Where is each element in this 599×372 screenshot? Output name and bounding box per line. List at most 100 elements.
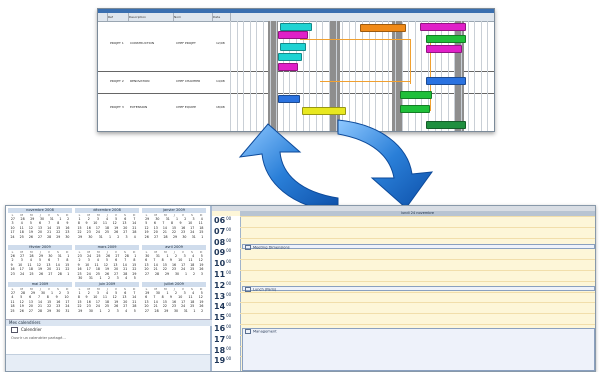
hour-gridline (240, 216, 595, 217)
task-bar[interactable] (420, 23, 466, 31)
minute-value: 00 (226, 302, 232, 308)
minute-value: 00 (226, 291, 232, 297)
week-row[interactable]: 30 31 1 2 3 4 5 (75, 276, 139, 280)
hour-value: 19 (214, 356, 226, 366)
task-bar[interactable] (278, 31, 308, 39)
mini-month[interactable]: mai 2009 L M M J V S D 27 28 29 30 1 2 3 4 5 6 7 8 9 10 11 12 13… (8, 282, 72, 317)
week-row[interactable]: 27 28 29 30 1 2 3 (142, 272, 206, 276)
task-bar[interactable] (426, 77, 466, 85)
task-bar[interactable] (360, 24, 406, 32)
hour-gridline (240, 226, 595, 228)
calendar-list-item[interactable]: Calendrier (11, 326, 42, 333)
navigation-footer (6, 354, 210, 371)
gantt-grid-line (480, 21, 482, 131)
hour-value: 13 (214, 291, 226, 301)
week-row[interactable]: 26 27 28 29 30 31 1 (142, 235, 206, 239)
week-row[interactable]: 27 28 29 30 31 1 2 (142, 309, 206, 313)
minute-value: 00 (226, 280, 232, 286)
weekday-letter: J (173, 213, 175, 217)
gantt-row-name: EXTENSION (130, 105, 148, 109)
hour-gridline (240, 313, 595, 315)
minute-value: 00 (226, 248, 232, 254)
arrow-down-curved-icon (337, 119, 434, 209)
dependency-link (320, 81, 410, 82)
task-bar[interactable] (280, 43, 306, 51)
minute-value: 00 (226, 259, 232, 265)
gantt-row-id: PROJET 1 (110, 41, 124, 45)
mini-month-title: mai 2009 (8, 282, 72, 287)
appointment-label: Lunch (Paris) (253, 287, 277, 292)
hour-value: 10 (214, 259, 226, 269)
mini-month[interactable]: juillet 2009 L M M J V S D 29 30 1 2 3 4 5 6 7 8 9 10 11 12 13… (142, 282, 206, 317)
calendar-icon (11, 327, 18, 333)
week-row[interactable]: 29 30 31 1 2 3 4 (75, 235, 139, 239)
calendar-item-label: Calendrier (21, 327, 42, 332)
gantt-header-cell: Nom (173, 13, 213, 21)
hour-value: 15 (214, 313, 226, 323)
hour-gridline (240, 291, 595, 293)
hour-label: 1900 (214, 356, 238, 370)
hour-value: 09 (214, 248, 226, 258)
mini-month-title: novembre 2008 (8, 208, 72, 213)
task-bar[interactable] (280, 23, 312, 31)
appointment[interactable]: Meeting Dimensions (242, 244, 595, 250)
minute-value: 00 (226, 356, 232, 362)
mini-month[interactable]: janvier 2009 L M M J V S D 29 30 31 1 2 3 4 5 6 7 8 9 10 11 12… (142, 208, 206, 243)
weekday-letter: V (47, 287, 50, 291)
hour-gridline (240, 270, 595, 271)
gantt-row-date: 12/08 (216, 41, 225, 45)
mini-month[interactable]: février 2009 L M M J V S D 26 27 28 29 30 31 1 2 3 4 5 6 7 8 9… (8, 245, 72, 280)
hour-value: 18 (214, 345, 226, 355)
hour-value: 07 (214, 226, 226, 236)
mini-month[interactable]: avril 2009 L M M J V S D 30 31 1 2 3 4 5 6 7 8 9 10 11 12 13 14… (142, 245, 206, 280)
mini-month-title: janvier 2009 (142, 208, 206, 213)
task-bar[interactable] (426, 45, 462, 53)
week-row[interactable]: 24 25 26 27 28 29 30 (8, 235, 72, 239)
mini-month-title: avril 2009 (142, 245, 206, 250)
week-row[interactable]: 23 24 25 26 27 28 1 (8, 272, 72, 276)
mini-month[interactable]: novembre 2008 L M M J V S D 27 28 29 30 31 1 2 3 4 5 6 7 8 9 1… (8, 208, 72, 243)
minute-value: 00 (226, 345, 232, 351)
navigation-pane: novembre 2008 L M M J V S D 27 28 29 30 31 1 2 3 4 5 6 7 8 9 1… (6, 206, 213, 371)
minute-value: 00 (226, 226, 232, 232)
open-shared-calendar-link[interactable]: Ouvrir un calendrier partagé... (11, 336, 66, 340)
arrow-up-curved-icon (238, 123, 339, 213)
gantt-row-owner: CHEF PROJET (176, 41, 196, 45)
mini-month-title: juin 2009 (75, 282, 139, 287)
week-row[interactable]: 25 26 27 28 29 30 31 (8, 309, 72, 313)
task-bar[interactable] (278, 95, 300, 103)
gantt-row-owner: CHEF EQUIPE (176, 105, 196, 109)
dependency-link (300, 39, 410, 40)
gantt-row-date: 14/08 (216, 79, 225, 83)
hour-value: 14 (214, 302, 226, 312)
minute-value: 00 (226, 216, 232, 221)
hour-value: 16 (214, 324, 226, 333)
minute-value: 00 (226, 334, 232, 340)
hour-gridline (240, 302, 595, 304)
hour-value: 06 (214, 216, 226, 225)
gantt-row-id: PROJET 2 (110, 79, 124, 83)
task-bar[interactable] (426, 35, 466, 43)
appointment[interactable]: Lunch (Paris) (242, 286, 595, 292)
gantt-header-cell: Date (212, 13, 231, 21)
mini-month[interactable]: décembre 2008 L M M J V S D 1 2 3 4 5 6 7 8 9 10 11 12 13 14 1… (75, 208, 139, 243)
week-row[interactable]: 29 30 1 2 3 4 5 (75, 309, 139, 313)
minute-value: 00 (226, 313, 232, 319)
mini-month[interactable]: mars 2009 L M M J V S D 23 24 25 26 27 28 1 2 3 4 5 6 7 8 9 10 1… (75, 245, 139, 280)
gantt-header-cell: Description (128, 13, 174, 21)
gantt-row-date: 18/08 (216, 105, 225, 109)
sync-arrows (238, 119, 434, 213)
task-bar[interactable] (278, 63, 298, 71)
appointment[interactable]: Management (242, 328, 595, 371)
task-bar[interactable] (400, 91, 432, 99)
mini-month[interactable]: juin 2009 L M M J V S D 1 2 3 4 5 6 7 8 9 10 11 12 13 14 15 16 1… (75, 282, 139, 317)
hour-value: 11 (214, 270, 226, 279)
day-view[interactable]: lundi 24 novembre 0600 0700 0800 0900 1000 11… (212, 206, 595, 371)
gantt-header-cell: Ref (107, 13, 129, 21)
mini-month-title: février 2009 (8, 245, 72, 250)
mini-month-title: décembre 2008 (75, 208, 139, 213)
time-ruler: 0600 0700 0800 0900 1000 1100 1200 1300 1400 1500… (212, 216, 241, 371)
my-calendars-header[interactable]: Mes calendriers (6, 319, 213, 326)
minute-value: 00 (226, 324, 232, 329)
task-bar[interactable] (278, 53, 302, 61)
